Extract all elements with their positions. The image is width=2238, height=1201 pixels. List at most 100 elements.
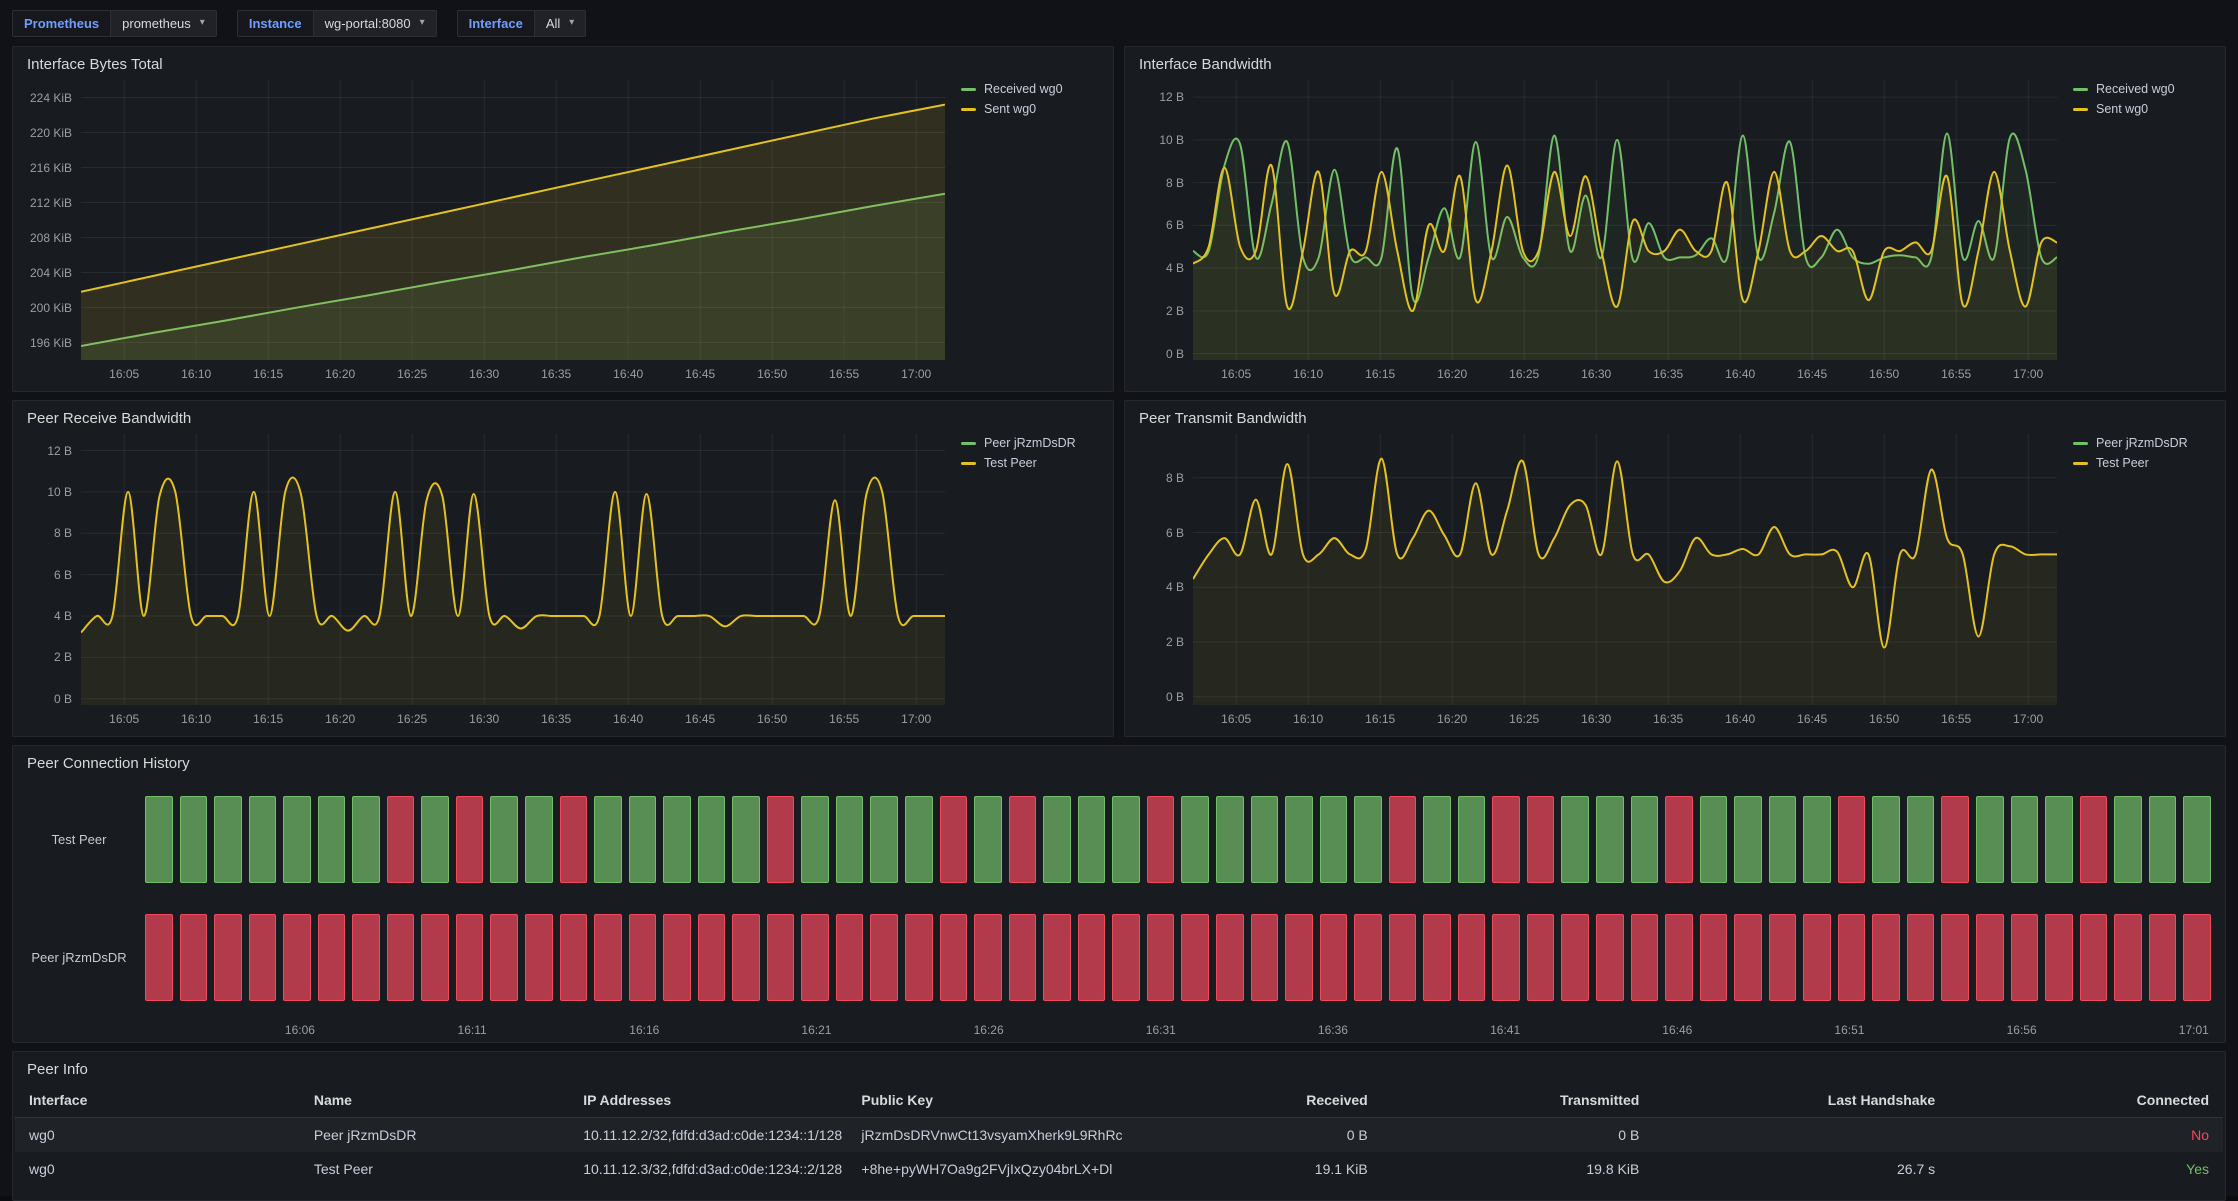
status-bar-down[interactable] bbox=[560, 796, 588, 883]
status-bar-down[interactable] bbox=[2045, 914, 2073, 1001]
status-bar-up[interactable] bbox=[1596, 796, 1624, 883]
status-bar-up[interactable] bbox=[1458, 796, 1486, 883]
panel-title[interactable]: Peer Receive Bandwidth bbox=[13, 401, 1113, 430]
status-bar-up[interactable] bbox=[1285, 796, 1313, 883]
status-bar-up[interactable] bbox=[1181, 796, 1209, 883]
status-bar-up[interactable] bbox=[318, 796, 346, 883]
status-bar-down[interactable] bbox=[594, 914, 622, 1001]
status-bar-down[interactable] bbox=[1492, 796, 1520, 883]
status-bar-down[interactable] bbox=[1320, 914, 1348, 1001]
status-bar-down[interactable] bbox=[180, 914, 208, 1001]
status-bar-up[interactable] bbox=[180, 796, 208, 883]
status-bar-down[interactable] bbox=[1147, 914, 1175, 1001]
status-bar-down[interactable] bbox=[1043, 914, 1071, 1001]
status-bar-down[interactable] bbox=[1251, 914, 1279, 1001]
status-bar-down[interactable] bbox=[1458, 914, 1486, 1001]
status-bar-up[interactable] bbox=[1769, 796, 1797, 883]
status-bar-down[interactable] bbox=[1803, 914, 1831, 1001]
variable-prometheus-dropdown[interactable]: prometheus ▾ bbox=[110, 10, 217, 37]
status-bar-down[interactable] bbox=[249, 914, 277, 1001]
status-bar-down[interactable] bbox=[525, 914, 553, 1001]
status-bar-down[interactable] bbox=[940, 796, 968, 883]
status-bar-up[interactable] bbox=[214, 796, 242, 883]
legend-item[interactable]: Test Peer bbox=[2073, 456, 2213, 470]
status-bar-down[interactable] bbox=[318, 914, 346, 1001]
status-bar-down[interactable] bbox=[905, 914, 933, 1001]
status-bar-up[interactable] bbox=[836, 796, 864, 883]
panel-title[interactable]: Interface Bandwidth bbox=[1125, 47, 2225, 76]
status-bar-up[interactable] bbox=[2045, 796, 2073, 883]
status-bar-down[interactable] bbox=[1665, 796, 1693, 883]
status-bar-down[interactable] bbox=[421, 914, 449, 1001]
column-header-interface[interactable]: Interface bbox=[15, 1083, 300, 1117]
status-bar-up[interactable] bbox=[525, 796, 553, 883]
variable-interface-dropdown[interactable]: All ▾ bbox=[534, 10, 586, 37]
status-bar-up[interactable] bbox=[2149, 796, 2177, 883]
status-bar-down[interactable] bbox=[629, 914, 657, 1001]
status-bar-down[interactable] bbox=[1354, 914, 1382, 1001]
status-bar-down[interactable] bbox=[352, 914, 380, 1001]
status-bar-up[interactable] bbox=[1976, 796, 2004, 883]
status-bar-up[interactable] bbox=[1803, 796, 1831, 883]
status-bar-down[interactable] bbox=[456, 914, 484, 1001]
status-bar-down[interactable] bbox=[940, 914, 968, 1001]
status-bar-down[interactable] bbox=[2080, 914, 2108, 1001]
status-bar-down[interactable] bbox=[214, 914, 242, 1001]
chart-canvas[interactable] bbox=[1193, 80, 2057, 360]
status-bar-down[interactable] bbox=[1838, 796, 1866, 883]
status-bar-down[interactable] bbox=[1769, 914, 1797, 1001]
status-bar-down[interactable] bbox=[456, 796, 484, 883]
status-bar-down[interactable] bbox=[1941, 914, 1969, 1001]
status-bar-up[interactable] bbox=[2011, 796, 2039, 883]
status-bar-down[interactable] bbox=[145, 914, 173, 1001]
status-bar-up[interactable] bbox=[1734, 796, 1762, 883]
column-header-last-handshake[interactable]: Last Handshake bbox=[1653, 1083, 1949, 1117]
status-bar-up[interactable] bbox=[1043, 796, 1071, 883]
status-bar-up[interactable] bbox=[2114, 796, 2142, 883]
legend-item[interactable]: Received wg0 bbox=[961, 82, 1101, 96]
column-header-name[interactable]: Name bbox=[300, 1083, 569, 1117]
status-bar-up[interactable] bbox=[1561, 796, 1589, 883]
status-bar-down[interactable] bbox=[1665, 914, 1693, 1001]
legend-item[interactable]: Sent wg0 bbox=[961, 102, 1101, 116]
status-bar-down[interactable] bbox=[663, 914, 691, 1001]
status-bar-down[interactable] bbox=[2149, 914, 2177, 1001]
status-bar-down[interactable] bbox=[2080, 796, 2108, 883]
status-bar-down[interactable] bbox=[767, 914, 795, 1001]
status-bar-down[interactable] bbox=[1527, 796, 1555, 883]
chart-canvas[interactable] bbox=[1193, 434, 2057, 705]
column-header-connected[interactable]: Connected bbox=[1949, 1083, 2223, 1117]
status-bar-down[interactable] bbox=[1423, 914, 1451, 1001]
status-bar-down[interactable] bbox=[870, 914, 898, 1001]
status-bar-up[interactable] bbox=[352, 796, 380, 883]
panel-title[interactable]: Interface Bytes Total bbox=[13, 47, 1113, 76]
panel-title[interactable]: Peer Info bbox=[13, 1052, 2225, 1081]
status-bar-down[interactable] bbox=[1872, 914, 1900, 1001]
status-bar-up[interactable] bbox=[801, 796, 829, 883]
column-header-public-key[interactable]: Public Key bbox=[847, 1083, 1149, 1117]
legend-item[interactable]: Peer jRzmDsDR bbox=[961, 436, 1101, 450]
status-bar-down[interactable] bbox=[2011, 914, 2039, 1001]
status-bar-up[interactable] bbox=[283, 796, 311, 883]
status-bar-down[interactable] bbox=[2183, 914, 2211, 1001]
legend-item[interactable]: Test Peer bbox=[961, 456, 1101, 470]
column-header-transmitted[interactable]: Transmitted bbox=[1382, 1083, 1654, 1117]
status-bar-up[interactable] bbox=[1700, 796, 1728, 883]
status-bar-up[interactable] bbox=[1216, 796, 1244, 883]
legend-item[interactable]: Received wg0 bbox=[2073, 82, 2213, 96]
chart-canvas[interactable] bbox=[81, 80, 945, 360]
status-bar-up[interactable] bbox=[2183, 796, 2211, 883]
status-bar-down[interactable] bbox=[836, 914, 864, 1001]
status-bar-down[interactable] bbox=[1561, 914, 1589, 1001]
chart-canvas[interactable] bbox=[81, 434, 945, 705]
status-bar-down[interactable] bbox=[1285, 914, 1313, 1001]
legend-item[interactable]: Sent wg0 bbox=[2073, 102, 2213, 116]
status-bar-down[interactable] bbox=[283, 914, 311, 1001]
status-bar-down[interactable] bbox=[1112, 914, 1140, 1001]
status-bar-down[interactable] bbox=[801, 914, 829, 1001]
status-bar-down[interactable] bbox=[1976, 914, 2004, 1001]
column-header-ip-addresses[interactable]: IP Addresses bbox=[569, 1083, 847, 1117]
status-bar-down[interactable] bbox=[387, 796, 415, 883]
status-bar-up[interactable] bbox=[594, 796, 622, 883]
status-bar-down[interactable] bbox=[1700, 914, 1728, 1001]
